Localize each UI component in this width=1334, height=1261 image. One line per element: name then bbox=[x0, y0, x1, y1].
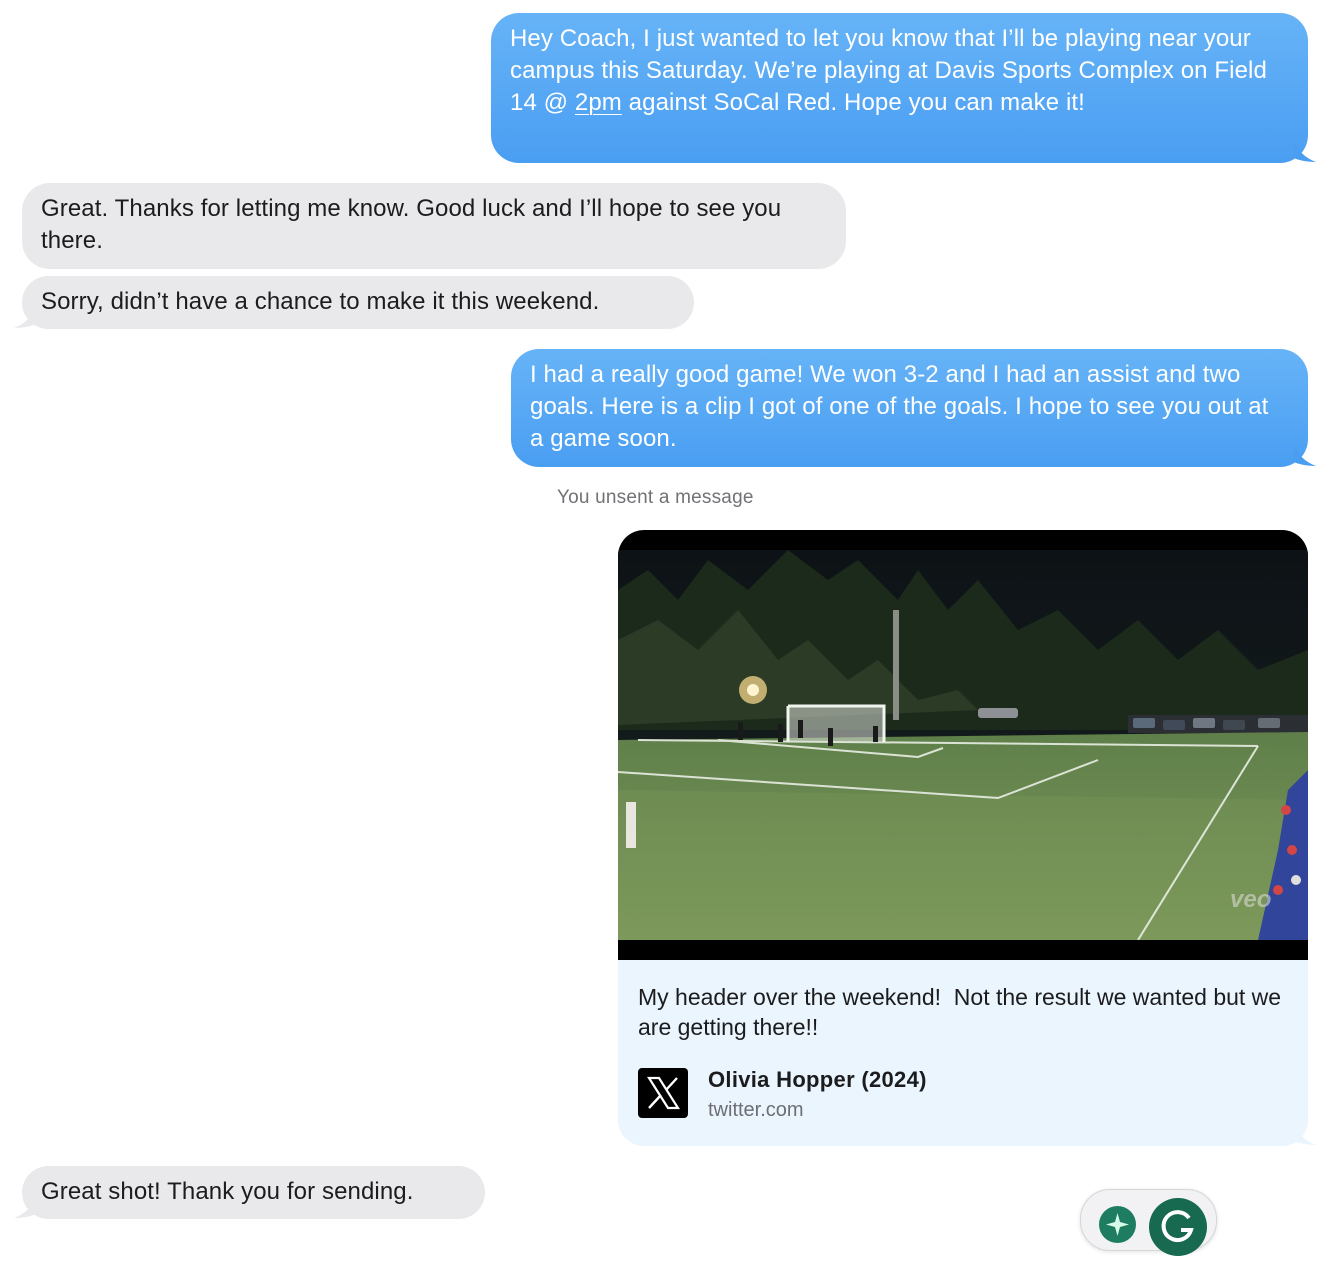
veo-watermark: veo bbox=[1230, 886, 1272, 913]
video-thumbnail[interactable]: veo bbox=[618, 530, 1308, 960]
link-domain: twitter.com bbox=[708, 1099, 804, 1121]
outgoing-message-2[interactable]: I had a really good game! We won 3-2 and… bbox=[511, 349, 1308, 467]
grammarly-g-icon[interactable] bbox=[1149, 1198, 1207, 1256]
message-text: Great. Thanks for letting me know. Good … bbox=[41, 195, 782, 254]
bubble-tail bbox=[1294, 444, 1316, 466]
writing-assistant-widget[interactable] bbox=[1080, 1189, 1217, 1256]
link-source-title: Olivia Hopper (2024) bbox=[708, 1067, 927, 1092]
message-text: Sorry, didn’t have a chance to make it t… bbox=[41, 288, 600, 315]
time-link[interactable]: 2pm bbox=[575, 89, 622, 116]
bubble-tail bbox=[14, 306, 36, 328]
bubble-tail bbox=[1294, 1123, 1316, 1145]
incoming-message-1[interactable]: Great. Thanks for letting me know. Good … bbox=[22, 183, 846, 269]
outgoing-message-1[interactable]: Hey Coach, I just wanted to let you know… bbox=[491, 13, 1308, 163]
sparkle-icon[interactable] bbox=[1099, 1206, 1136, 1243]
bubble-tail bbox=[1294, 140, 1316, 162]
x-logo-icon bbox=[638, 1068, 688, 1118]
unsent-notice: You unsent a message bbox=[557, 487, 754, 508]
link-description: My header over the weekend! Not the resu… bbox=[638, 984, 1288, 1040]
message-text: Great shot! Thank you for sending. bbox=[41, 1178, 414, 1205]
link-preview-card[interactable]: veo My header over the weekend! Not the … bbox=[618, 530, 1308, 1146]
soccer-field-image bbox=[618, 550, 1308, 940]
incoming-message-3[interactable]: Great shot! Thank you for sending. bbox=[22, 1166, 485, 1219]
message-text: against SoCal Red. Hope you can make it! bbox=[621, 89, 1085, 116]
bubble-tail bbox=[14, 1196, 36, 1218]
message-text: I had a really good game! We won 3-2 and… bbox=[530, 361, 1269, 452]
incoming-message-2[interactable]: Sorry, didn’t have a chance to make it t… bbox=[22, 276, 694, 329]
